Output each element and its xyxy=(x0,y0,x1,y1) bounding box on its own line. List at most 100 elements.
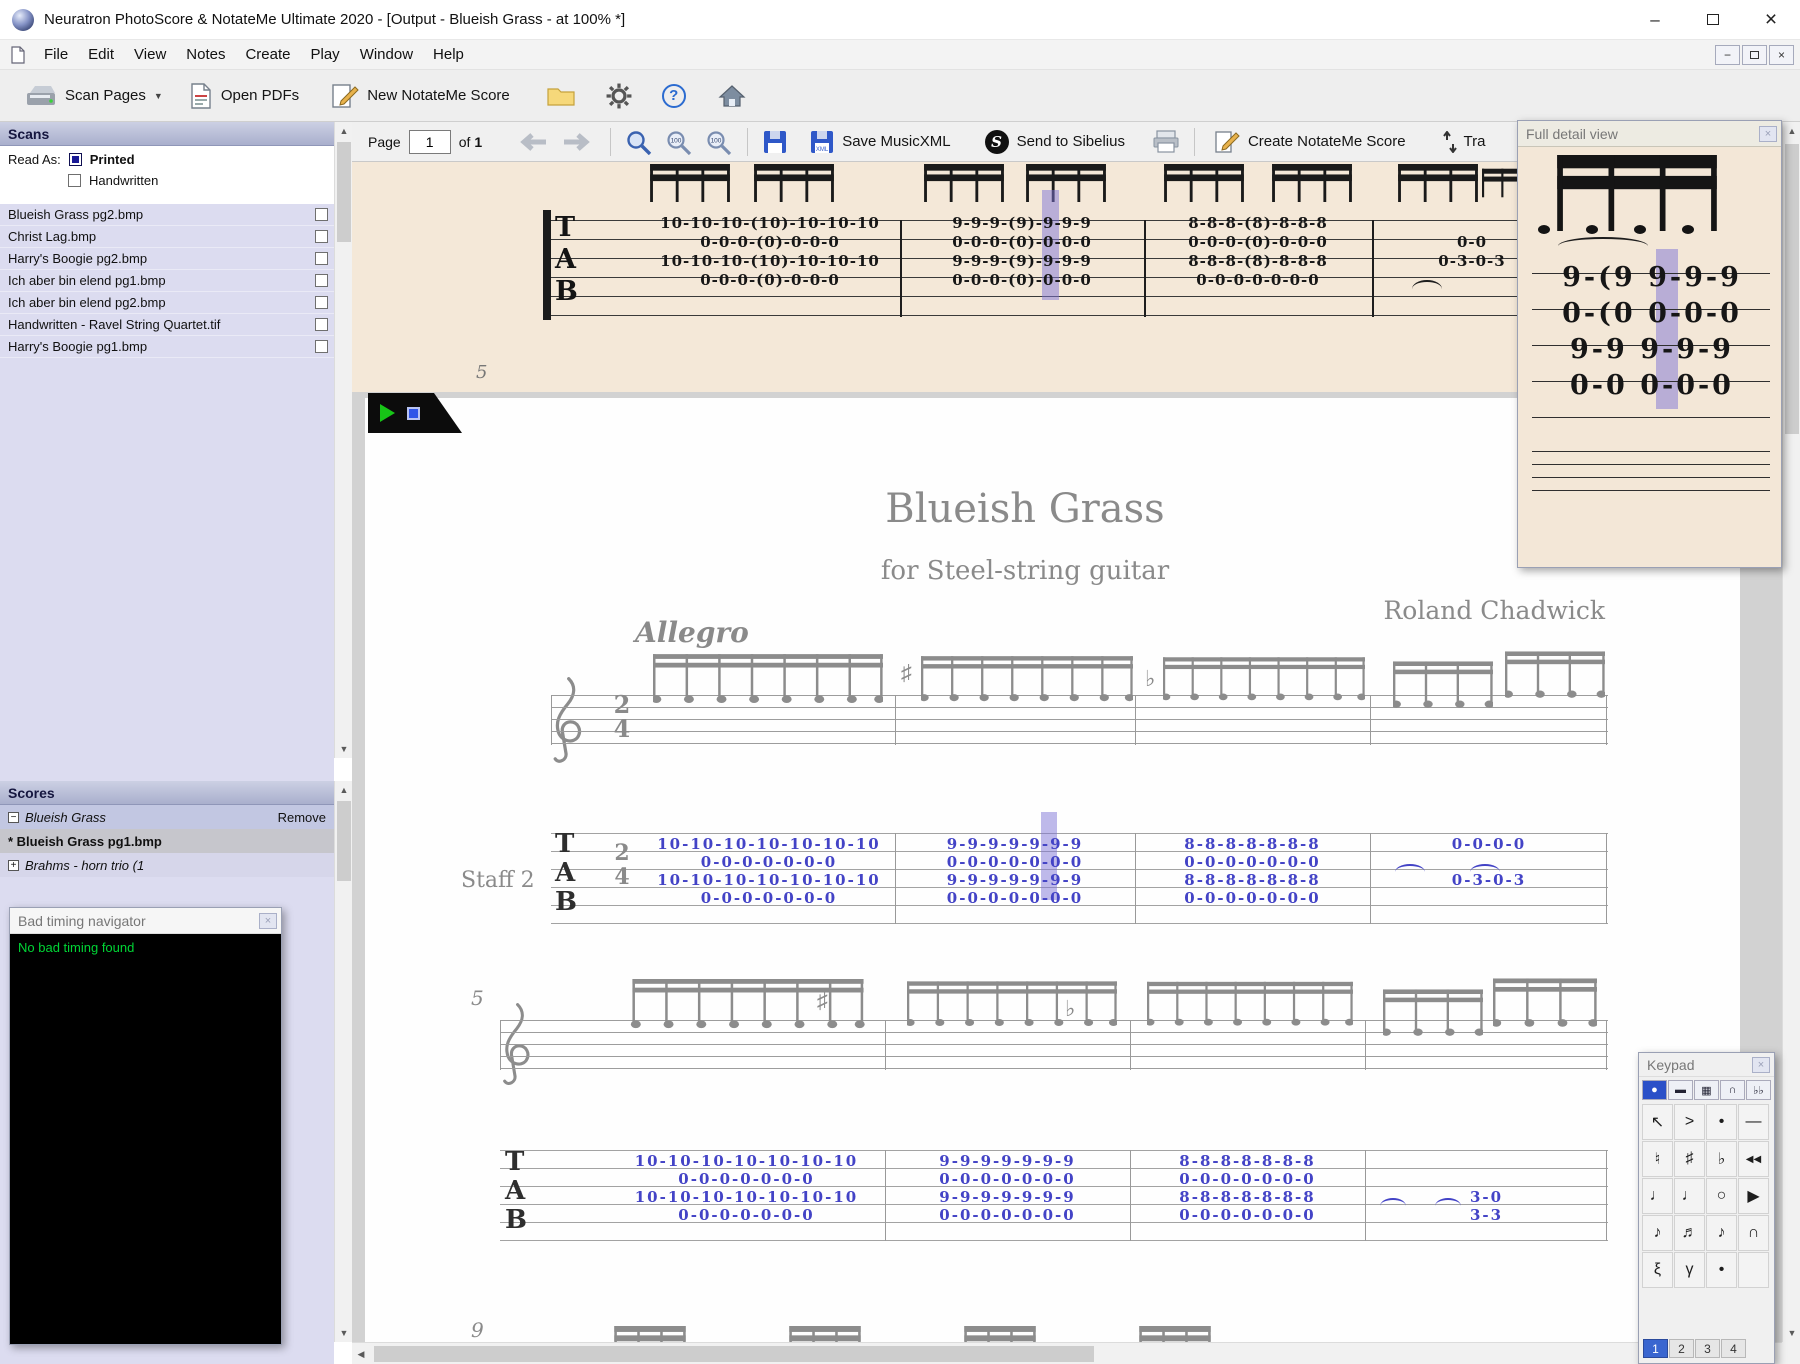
maximize-button[interactable] xyxy=(1684,0,1742,39)
tab-measure[interactable]: 0-0-0-0-0-0-0 xyxy=(1130,1206,1365,1224)
tab-measure[interactable]: 0-0-0-(0)-0-0-0 xyxy=(640,233,900,252)
transpose-button[interactable]: Tra xyxy=(1431,122,1497,162)
minimize-button[interactable]: – xyxy=(1626,0,1684,39)
play-button[interactable] xyxy=(380,404,395,422)
tab-measure[interactable]: 9-9-9-9-9-9-9 xyxy=(895,871,1135,889)
keypad-toggle-notes[interactable]: ● xyxy=(1642,1080,1667,1100)
tab-measure[interactable]: 0-0-0-0-0-0-0 xyxy=(1144,271,1372,290)
tab-measure[interactable]: 9-9-9-9-9-9-9 xyxy=(895,835,1135,853)
tab-measure[interactable]: 10-10-10-10-10-10-10 xyxy=(608,1188,885,1206)
keypad-natural-button[interactable]: ♮ xyxy=(1642,1141,1673,1177)
tab-measure[interactable]: 10-10-10-(10)-10-10-10 xyxy=(640,214,900,233)
tab-measure[interactable]: 0-0-0-0-0-0-0 xyxy=(1130,1170,1365,1188)
home-button[interactable] xyxy=(707,76,757,116)
tab-measure[interactable]: 8-8-8-8-8-8-8 xyxy=(1135,871,1370,889)
keypad-toggle-beams[interactable]: ▬ xyxy=(1668,1080,1693,1100)
keypad-tenuto-button[interactable]: — xyxy=(1738,1104,1769,1140)
tab-measure[interactable] xyxy=(1370,889,1608,907)
menu-edit[interactable]: Edit xyxy=(78,40,124,70)
tab-measure[interactable]: 0-0-0-(0)-0-0-0 xyxy=(640,271,900,290)
scores-scrollbar[interactable]: ▲ ▼ xyxy=(334,781,353,1342)
full-detail-header[interactable]: Full detail view × xyxy=(1518,121,1781,147)
print-icon[interactable] xyxy=(1152,129,1180,154)
tab-measure[interactable]: 8-8-8-8-8-8-8 xyxy=(1135,835,1370,853)
open-pdfs-button[interactable]: Open PDFs xyxy=(178,76,310,116)
zoom-100-icon[interactable]: 100 xyxy=(705,129,733,155)
handwritten-checkbox[interactable] xyxy=(68,174,81,187)
tab-measure[interactable]: 0-0-0-(0)-0-0-0 xyxy=(900,233,1144,252)
tab-measure[interactable]: 0-0-0-(0)-0-0-0 xyxy=(900,271,1144,290)
scan-checkbox[interactable] xyxy=(315,318,328,331)
close-icon[interactable]: × xyxy=(1759,125,1777,142)
printed-checkbox[interactable] xyxy=(68,153,82,166)
scan-checkbox[interactable] xyxy=(315,230,328,243)
tab-measure[interactable]: 8-8-8-(8)-8-8-8 xyxy=(1144,252,1372,271)
keypad-tab-2[interactable]: 2 xyxy=(1669,1339,1694,1358)
scrollbar-thumb[interactable] xyxy=(1785,144,1799,434)
scan-file-row[interactable]: Harry's Boogie pg1.bmp xyxy=(0,336,334,358)
scroll-down-icon[interactable]: ▼ xyxy=(335,1324,353,1342)
tab-measure[interactable]: 8-8-8-(8)-8-8-8 xyxy=(1144,214,1372,233)
score-row-page1[interactable]: * Blueish Grass pg1.bmp xyxy=(0,829,334,853)
tab-measure[interactable]: 0-0-0-0-0-0-0 xyxy=(1135,889,1370,907)
tab-measure[interactable] xyxy=(1365,1170,1608,1188)
scan-file-row[interactable]: Ich aber bin elend pg2.bmp xyxy=(0,292,334,314)
scroll-left-icon[interactable]: ◀ xyxy=(352,1345,370,1363)
mdi-close-button[interactable]: × xyxy=(1769,44,1794,65)
detail-tab-row[interactable]: 9-(9 9-9-9 xyxy=(1532,261,1772,295)
vertical-scrollbar[interactable]: ▲ ▼ xyxy=(1782,122,1800,1342)
expand-icon[interactable]: + xyxy=(8,859,19,871)
tab-measure[interactable]: 8-8-8-8-8-8-8 xyxy=(1130,1152,1365,1170)
keypad-sharp-button[interactable]: ♯ xyxy=(1674,1141,1705,1177)
keypad-sixteenth-note-button[interactable]: ♬ xyxy=(1674,1215,1705,1251)
keypad-header[interactable]: Keypad × xyxy=(1639,1053,1774,1077)
save-musicxml-button[interactable]: XML Save MusicXML xyxy=(798,122,961,162)
tab-measure[interactable]: 0-0-0-0-0-0-0 xyxy=(895,853,1135,871)
scroll-up-icon[interactable]: ▲ xyxy=(1783,122,1800,140)
tab-measure[interactable]: 9-9-9-9-9-9-9 xyxy=(885,1188,1130,1206)
tab-measure[interactable]: 0-3-0-3 xyxy=(1370,871,1608,889)
tab-measure[interactable]: 10-10-10-10-10-10-10 xyxy=(643,871,895,889)
tab-measure[interactable]: 10-10-10-10-10-10-10 xyxy=(608,1152,885,1170)
keypad-eighth-rest-button[interactable]: γ xyxy=(1674,1252,1705,1288)
scroll-down-icon[interactable]: ▼ xyxy=(1783,1324,1800,1342)
settings-button[interactable] xyxy=(595,76,643,116)
tab-measure[interactable]: 10-10-10-10-10-10-10 xyxy=(643,835,895,853)
close-button[interactable]: × xyxy=(1742,0,1800,39)
keypad-toggle-bars[interactable]: ▦ xyxy=(1694,1080,1719,1100)
scroll-up-icon[interactable]: ▲ xyxy=(335,122,353,140)
scan-file-row[interactable]: Christ Lag.bmp xyxy=(0,226,334,248)
keypad-quarter-note-button[interactable]: ♩ xyxy=(1642,1178,1673,1214)
bad-timing-header[interactable]: Bad timing navigator × xyxy=(10,908,281,934)
scan-file-row[interactable]: Harry's Boogie pg2.bmp xyxy=(0,248,334,270)
tab-measure[interactable]: 9-9-9-(9)-9-9-9 xyxy=(900,252,1144,271)
keypad-tab-1[interactable]: 1 xyxy=(1643,1339,1668,1358)
scroll-up-icon[interactable]: ▲ xyxy=(335,781,353,799)
remove-link[interactable]: Remove xyxy=(278,810,326,825)
scan-checkbox[interactable] xyxy=(315,340,328,353)
tab-measure[interactable]: 10-10-10-(10)-10-10-10 xyxy=(640,252,900,271)
back-arrow-icon[interactable] xyxy=(516,132,550,152)
tab-measure[interactable]: 0-0-0-0-0-0-0 xyxy=(643,853,895,871)
scan-file-row[interactable]: Handwritten - Ravel String Quartet.tif xyxy=(0,314,334,336)
horizontal-scrollbar[interactable]: ◀ ▶ xyxy=(352,1342,1782,1364)
tab-measure[interactable]: 9-9-9-9-9-9-9 xyxy=(885,1152,1130,1170)
keypad-eighth-note-button[interactable]: ♪ xyxy=(1642,1215,1673,1251)
tab-measure[interactable]: 0-0-0-0 xyxy=(1370,835,1608,853)
keypad-blank-button[interactable] xyxy=(1738,1252,1769,1288)
help-button[interactable]: ? xyxy=(651,76,697,116)
detail-tab-row[interactable]: 9-9 9-9-9 xyxy=(1532,333,1772,367)
keypad-staccato-button[interactable]: • xyxy=(1706,1104,1737,1140)
open-folder-button[interactable] xyxy=(535,76,587,116)
keypad-slur-button[interactable]: ∩ xyxy=(1738,1215,1769,1251)
keypad-toggle-accidentals[interactable]: ♭♭ xyxy=(1746,1080,1771,1100)
keypad-quarter-rest-button[interactable]: ξ xyxy=(1642,1252,1673,1288)
scrollbar-thumb[interactable] xyxy=(374,1346,1094,1362)
menu-help[interactable]: Help xyxy=(423,40,474,70)
tab-measure[interactable]: 3-3 xyxy=(1365,1206,1608,1224)
keypad-dot-button[interactable]: • xyxy=(1706,1252,1737,1288)
scan-checkbox[interactable] xyxy=(315,208,328,221)
tab-measure[interactable]: 9-9-9-(9)-9-9-9 xyxy=(900,214,1144,233)
create-notateme-button[interactable]: Create NotateMe Score xyxy=(1203,122,1417,162)
tab-measure[interactable] xyxy=(1365,1152,1608,1170)
